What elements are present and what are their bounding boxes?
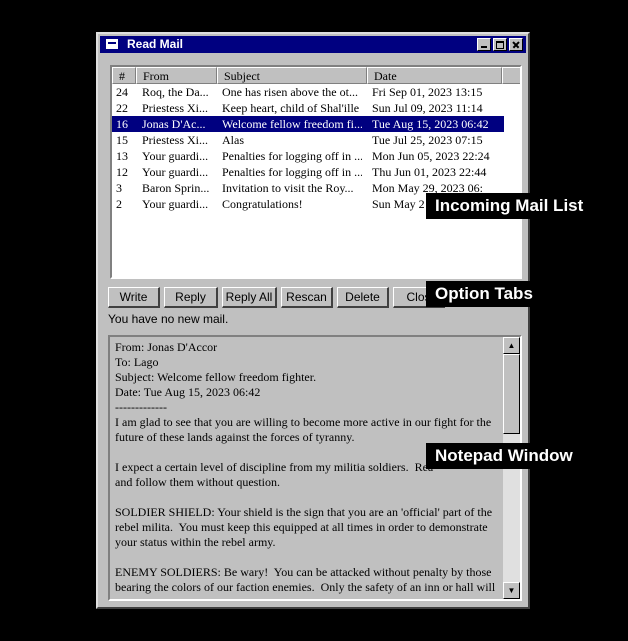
mail-row[interactable]: 13 Your guardi... Penalties for logging of… xyxy=(112,148,504,164)
annotation-mail-list: Incoming Mail List xyxy=(426,193,593,219)
mail-cell-date: Sun Jul 09, 2023 11:14 xyxy=(372,101,483,115)
mail-cell-num: 12 xyxy=(116,165,128,179)
read-mail-window: Read Mail # From Subject Date 24 Roq, the… xyxy=(96,32,530,609)
mail-row[interactable]: 15 Priestess Xi... Alas Tue Jul 25, 2023 07… xyxy=(112,132,504,148)
mail-window-icon[interactable] xyxy=(106,39,118,49)
mail-row[interactable]: 12 Your guardi... Penalties for logging of… xyxy=(112,164,504,180)
window-title: Read Mail xyxy=(127,37,184,51)
mail-cell-from: Jonas D'Ac... xyxy=(142,117,206,131)
reply-all-button[interactable]: Reply All xyxy=(222,287,277,308)
write-button[interactable]: Write xyxy=(108,287,160,308)
mail-cell-date: Mon Jun 05, 2023 22:24 xyxy=(372,149,490,163)
column-header-blank xyxy=(502,67,520,84)
mail-cell-num: 2 xyxy=(116,197,122,211)
mail-cell-subject: Penalties for logging off in ... xyxy=(222,165,362,179)
mail-cell-from: Baron Sprin... xyxy=(142,181,210,195)
delete-button[interactable]: Delete xyxy=(337,287,389,308)
mail-cell-subject: Congratulations! xyxy=(222,197,303,211)
mail-cell-subject: Keep heart, child of Shal'ille xyxy=(222,101,360,115)
column-header-date[interactable]: Date xyxy=(367,67,502,84)
mail-cell-num: 16 xyxy=(116,117,128,131)
mail-cell-date: Tue Aug 15, 2023 06:42 xyxy=(372,117,489,131)
mail-cell-subject: One has risen above the ot... xyxy=(222,85,358,99)
mail-cell-num: 22 xyxy=(116,101,128,115)
minimize-icon[interactable] xyxy=(477,38,491,51)
mail-cell-from: Priestess Xi... xyxy=(142,101,208,115)
maximize-icon[interactable] xyxy=(493,38,507,51)
mail-cell-date: Thu Jun 01, 2023 22:44 xyxy=(372,165,487,179)
mail-cell-date: Tue Jul 25, 2023 07:15 xyxy=(372,133,483,147)
column-header-subject[interactable]: Subject xyxy=(217,67,367,84)
mail-cell-subject: Invitation to visit the Roy... xyxy=(222,181,354,195)
reply-button[interactable]: Reply xyxy=(164,287,218,308)
mail-row[interactable]: 16 Jonas D'Ac... Welcome fellow freedom fi… xyxy=(112,116,504,132)
mail-cell-num: 15 xyxy=(116,133,128,147)
mail-cell-from: Roq, the Da... xyxy=(142,85,209,99)
mail-cell-from: Your guardi... xyxy=(142,149,209,163)
mail-cell-from: Your guardi... xyxy=(142,165,209,179)
mail-cell-from: Priestess Xi... xyxy=(142,133,208,147)
rescan-button[interactable]: Rescan xyxy=(281,287,333,308)
arrow-down-icon[interactable]: ▼ xyxy=(503,582,520,599)
mail-cell-num: 13 xyxy=(116,149,128,163)
mail-cell-subject: Penalties for logging off in ... xyxy=(222,149,362,163)
column-header-from[interactable]: From xyxy=(136,67,217,84)
close-icon[interactable] xyxy=(509,38,523,51)
arrow-up-icon[interactable]: ▲ xyxy=(503,337,520,354)
mail-cell-subject: Alas xyxy=(222,133,244,147)
mail-cell-from: Your guardi... xyxy=(142,197,209,211)
column-header-number[interactable]: # xyxy=(112,67,136,84)
scroll-thumb[interactable] xyxy=(503,354,520,434)
mail-cell-num: 24 xyxy=(116,85,128,99)
title-bar[interactable]: Read Mail xyxy=(100,36,526,53)
mail-cell-num: 3 xyxy=(116,181,122,195)
mail-cell-subject: Welcome fellow freedom fi... xyxy=(222,117,362,131)
mail-cell-date: Fri Sep 01, 2023 13:15 xyxy=(372,85,483,99)
mail-row[interactable]: 22 Priestess Xi... Keep heart, child of Sh… xyxy=(112,100,504,116)
annotation-notepad: Notepad Window xyxy=(426,443,582,469)
status-text: You have no new mail. xyxy=(108,312,229,326)
mail-row[interactable]: 24 Roq, the Da... One has risen above the … xyxy=(112,84,504,100)
annotation-option-tabs: Option Tabs xyxy=(426,281,542,307)
mail-list[interactable]: # From Subject Date 24 Roq, the Da... One … xyxy=(110,65,522,279)
